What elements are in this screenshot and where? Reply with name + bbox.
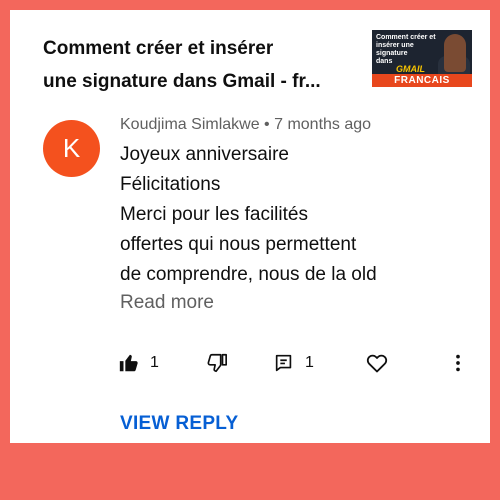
- comment-author-meta[interactable]: Koudjima Simlakwe • 7 months ago: [120, 116, 371, 134]
- view-reply-button[interactable]: VIEW REPLY: [120, 413, 238, 435]
- thumbnail-text: Comment créer et insérer une signature d…: [376, 34, 442, 66]
- reply-count: 1: [305, 354, 314, 371]
- thumbnail-person-head: [444, 34, 466, 72]
- comment-line: Merci pour les facilités: [120, 204, 308, 225]
- heart-button[interactable]: [365, 348, 389, 378]
- thumbnail-banner: FRANCAIS: [372, 74, 472, 87]
- comment-line: offertes qui nous permettent: [120, 234, 357, 255]
- like-button[interactable]: 1: [118, 348, 159, 378]
- like-count: 1: [150, 354, 159, 371]
- comment-icon: [273, 352, 295, 374]
- dislike-button[interactable]: [206, 348, 228, 378]
- comment-text: Joyeux anniversaire Félicitations Merci …: [120, 140, 460, 290]
- thumbs-up-icon: [118, 352, 140, 374]
- avatar[interactable]: K: [43, 120, 100, 177]
- thumbs-down-icon: [206, 352, 228, 374]
- comment-line: Félicitations: [120, 174, 221, 195]
- read-more-link[interactable]: Read more: [120, 292, 214, 314]
- thumbnail-text-line1: Comment créer et: [376, 34, 436, 41]
- comment-line: Joyeux anniversaire: [120, 144, 289, 165]
- thumbnail-gmail-label: GMAIL: [396, 64, 425, 74]
- reply-button[interactable]: 1: [273, 348, 314, 378]
- thumbnail-text-line2: insérer une signature: [376, 42, 414, 57]
- video-title-line1: Comment créer et insérer: [43, 38, 274, 59]
- more-vert-icon: [448, 352, 468, 374]
- video-title-line2: une signature dans Gmail - fr...: [43, 71, 321, 92]
- more-options-button[interactable]: [448, 348, 468, 378]
- video-title[interactable]: Comment créer et insérer une signature d…: [43, 32, 363, 98]
- comment-line: de comprendre, nous de la old: [120, 264, 377, 285]
- comment-card: Comment créer et insérer une signature d…: [10, 10, 490, 443]
- heart-icon: [365, 351, 389, 375]
- video-thumbnail[interactable]: Comment créer et insérer une signature d…: [372, 30, 472, 87]
- comment-actions: 1 1: [10, 348, 490, 378]
